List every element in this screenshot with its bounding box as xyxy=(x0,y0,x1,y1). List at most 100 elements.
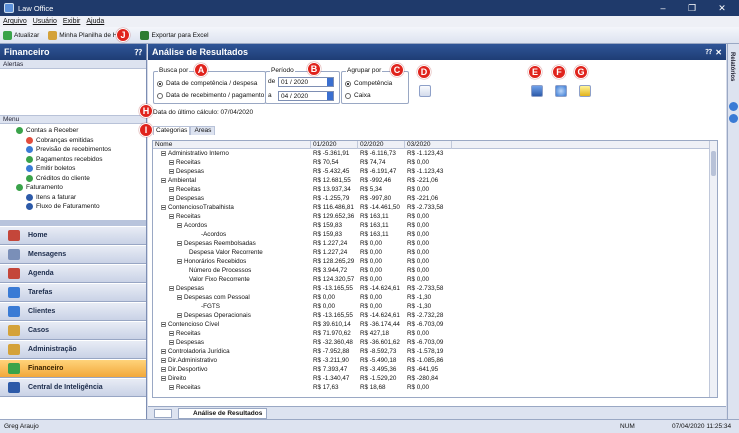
nav-button[interactable]: Administração xyxy=(0,340,146,359)
table-row[interactable]: Administrativo Interno R$ -5.361,91 R$ -6.… xyxy=(153,150,452,159)
period-from-input[interactable]: 01 / 2020 xyxy=(278,77,334,87)
calculate-button[interactable] xyxy=(419,85,431,97)
tree-item[interactable]: Previsão de recebimentos xyxy=(0,145,146,155)
expand-icon[interactable] xyxy=(161,348,166,354)
expand-icon[interactable] xyxy=(169,384,174,390)
expand-icon[interactable] xyxy=(161,357,166,363)
expand-icon[interactable] xyxy=(169,213,174,219)
spreadsheet-button[interactable]: Minha Planilha de H xyxy=(45,28,120,42)
report-button[interactable] xyxy=(531,85,543,97)
table-row[interactable]: -Acordos R$ 159,83 R$ 163,11 R$ 0,00 xyxy=(153,231,452,240)
radio-recebimento-pagamento[interactable]: Data de recebimento / pagamento xyxy=(157,92,264,99)
table-row[interactable]: ContenciosoTrabalhista R$ 116.486,81 R$ -1… xyxy=(153,204,452,213)
table-row[interactable]: Despesas com Pessoal R$ 0,00 R$ 0,00 R$ -1,… xyxy=(153,294,452,303)
refresh-button[interactable]: Atualizar xyxy=(0,28,42,42)
nav-button[interactable]: Home xyxy=(0,226,146,245)
expand-icon[interactable] xyxy=(161,204,166,210)
table-row[interactable]: Contencioso Cível R$ 39.610,14 R$ -36.174,… xyxy=(153,321,452,330)
expand-icon[interactable] xyxy=(169,330,174,336)
table-row[interactable]: Receitas R$ 71.970,62 R$ 427,18 R$ 0,00 xyxy=(153,330,452,339)
help-button[interactable] xyxy=(555,85,567,97)
tree-item[interactable]: Créditos do cliente xyxy=(0,174,146,184)
tab-analise-resultados[interactable]: Análise de Resultados xyxy=(178,408,268,419)
expand-icon[interactable] xyxy=(177,222,182,228)
home-tab-icon[interactable] xyxy=(154,409,172,418)
period-to-input[interactable]: 04 / 2020 xyxy=(278,91,334,101)
expand-icon[interactable] xyxy=(169,186,174,192)
tree-item[interactable]: Contas a Receber xyxy=(0,126,146,136)
table-row[interactable]: Despesa Valor Recorrente R$ 1.227,24 R$ 0,… xyxy=(153,249,452,258)
table-row[interactable]: Despesas R$ -13.165,55 R$ -14.624,61 R$ -2.… xyxy=(153,285,452,294)
tree-item[interactable]: Pagamentos recebidos xyxy=(0,155,146,165)
col-jan[interactable]: 01/2020 xyxy=(311,141,358,149)
table-row[interactable]: Despesas R$ -1.255,79 R$ -997,80 R$ -221,06 xyxy=(153,195,452,204)
nav-button[interactable]: Agenda xyxy=(0,264,146,283)
reports-tab[interactable]: Relatórios xyxy=(729,52,735,81)
tree-item[interactable]: Fluxo de Faturamento xyxy=(0,202,146,212)
expand-icon[interactable] xyxy=(177,258,182,264)
pin-icon[interactable]: ⁇ xyxy=(135,48,142,57)
expand-icon[interactable] xyxy=(161,321,166,327)
tree-item[interactable]: Cobranças emitidas xyxy=(0,136,146,146)
table-row[interactable]: Despesas Reembolsadas R$ 1.227,24 R$ 0,00 R… xyxy=(153,240,452,249)
expand-icon[interactable] xyxy=(161,375,166,381)
minimize-button[interactable]: – xyxy=(651,0,675,16)
radio-caixa[interactable]: Caixa xyxy=(345,92,371,99)
table-row[interactable]: Receitas R$ 129.652,36 R$ 163,11 R$ 0,00 xyxy=(153,213,452,222)
table-row[interactable]: Receitas R$ 70,54 R$ 74,74 R$ 0,00 xyxy=(153,159,452,168)
table-row[interactable]: Acordos R$ 159,83 R$ 163,11 R$ 0,00 xyxy=(153,222,452,231)
tree-item[interactable]: Faturamento xyxy=(0,183,146,193)
spinner-icon[interactable] xyxy=(327,78,333,86)
table-row[interactable]: Controladoria Jurídica R$ -7.952,88 R$ -8.… xyxy=(153,348,452,357)
expand-icon[interactable] xyxy=(161,177,166,183)
reports-icon[interactable] xyxy=(729,102,738,111)
close-panel-icon[interactable]: ✕ xyxy=(715,48,722,57)
table-row[interactable]: Ambiental R$ 12.681,55 R$ -992,46 R$ -221,0… xyxy=(153,177,452,186)
table-row[interactable]: Número de Processos R$ 3.944,72 R$ 0,00 R$ … xyxy=(153,267,452,276)
expand-icon[interactable] xyxy=(177,294,182,300)
expand-icon[interactable] xyxy=(161,150,166,156)
tree-item[interactable]: Itens a faturar xyxy=(0,193,146,203)
menu-arquivo[interactable]: Arquivo xyxy=(0,18,30,25)
spinner-icon[interactable] xyxy=(327,92,333,100)
expand-icon[interactable] xyxy=(177,312,182,318)
nav-button[interactable]: Casos xyxy=(0,321,146,340)
table-row[interactable]: -FGTS R$ 0,00 R$ 0,00 R$ -1,30 xyxy=(153,303,452,312)
table-row[interactable]: Dir.Administrativo R$ -3.211,90 R$ -5.490,… xyxy=(153,357,452,366)
menu-ajuda[interactable]: Ajuda xyxy=(83,18,107,25)
expand-icon[interactable] xyxy=(169,195,174,201)
radio-competencia[interactable]: Competência xyxy=(345,80,392,87)
export-excel-button[interactable]: Exportar para Excel xyxy=(137,28,211,42)
col-mar[interactable]: 03/2020 xyxy=(405,141,452,149)
warning-button[interactable] xyxy=(579,85,591,97)
close-button[interactable]: ✕ xyxy=(710,0,734,16)
radio-competencia-despesa[interactable]: Data de competência / despesa xyxy=(157,80,257,87)
expand-icon[interactable] xyxy=(169,339,174,345)
table-row[interactable]: Despesas R$ -5.432,45 R$ -6.191,47 R$ -1.12… xyxy=(153,168,452,177)
tree-item[interactable]: Emitir boletos xyxy=(0,164,146,174)
expand-icon[interactable] xyxy=(169,159,174,165)
table-row[interactable]: Receitas R$ 13.937,34 R$ 5,34 R$ 0,00 xyxy=(153,186,452,195)
expand-icon[interactable] xyxy=(169,168,174,174)
table-row[interactable]: Despesas R$ -32.360,48 R$ -36.601,62 R$ -6.… xyxy=(153,339,452,348)
reports-icon-2[interactable] xyxy=(729,114,738,123)
menu-exibir[interactable]: Exibir xyxy=(60,18,84,25)
table-row[interactable]: Dir.Desportivo R$ 7.393,47 R$ -3.495,36 R$ … xyxy=(153,366,452,375)
nav-button[interactable]: Financeiro xyxy=(0,359,146,378)
expand-icon[interactable] xyxy=(177,240,182,246)
table-row[interactable]: Honorários Recebidos R$ 128.265,29 R$ 0,00… xyxy=(153,258,452,267)
tab-areas[interactable]: Areas xyxy=(190,126,216,135)
nav-button[interactable]: Tarefas xyxy=(0,283,146,302)
maximize-button[interactable]: ❐ xyxy=(680,0,704,16)
expand-icon[interactable] xyxy=(161,366,166,372)
expand-icon[interactable] xyxy=(169,285,174,291)
table-row[interactable]: Despesas Operacionais R$ -13.165,55 R$ -14… xyxy=(153,312,452,321)
nav-button[interactable]: Mensagens xyxy=(0,245,146,264)
col-nome[interactable]: Nome xyxy=(153,141,311,149)
nav-button[interactable]: Clientes xyxy=(0,302,146,321)
dock-icon[interactable]: ⁇ xyxy=(706,48,712,56)
menu-usuario[interactable]: Usuário xyxy=(30,18,60,25)
col-feb[interactable]: 02/2020 xyxy=(358,141,405,149)
nav-button[interactable]: Central de Inteligência xyxy=(0,378,146,397)
table-row[interactable]: Valor Fixo Recorrente R$ 124.320,57 R$ 0,0… xyxy=(153,276,452,285)
